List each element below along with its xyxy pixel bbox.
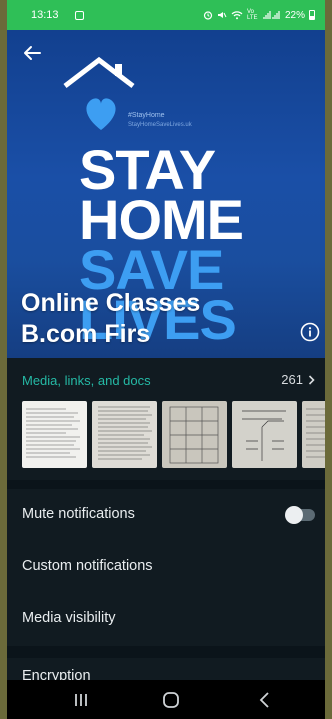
status-icons: Vo LTE 22%	[203, 9, 315, 21]
media-thumbnail[interactable]	[22, 401, 87, 468]
mute-icon	[217, 12, 227, 18]
media-visibility-label: Media visibility	[22, 610, 116, 626]
mute-notifications-label: Mute notifications	[22, 506, 135, 522]
info-button[interactable]	[299, 321, 321, 343]
section-divider	[7, 646, 325, 658]
recent-apps-button[interactable]	[69, 689, 93, 711]
custom-notifications-label: Custom notifications	[22, 558, 153, 574]
media-thumbnail[interactable]	[302, 401, 325, 468]
media-thumbnail[interactable]	[232, 401, 297, 468]
section-divider	[7, 480, 325, 489]
navigation-bar	[7, 680, 325, 719]
home-button[interactable]	[159, 689, 183, 711]
chevron-left-icon	[259, 692, 269, 708]
group-header: #StayHome StayHomeSaveLives.uk STAY HOME…	[7, 30, 325, 358]
media-section: Media, links, and docs 261	[7, 358, 325, 480]
media-thumbnail[interactable]	[162, 401, 227, 468]
home-circle-icon	[163, 692, 179, 708]
poster-tagline: StayHomeSaveLives.uk	[128, 122, 192, 128]
poster-hashtag: #StayHome	[128, 112, 165, 119]
info-icon	[300, 322, 320, 342]
wifi-icon	[231, 11, 243, 20]
back-nav-button[interactable]	[253, 689, 277, 711]
group-name: Online Classes B.com Firs	[21, 288, 261, 350]
media-count-link[interactable]: 261	[281, 372, 315, 387]
house-heart-icon	[63, 56, 135, 130]
media-thumbnails	[22, 401, 325, 468]
battery-percent: 22%	[284, 9, 305, 21]
alarm-icon	[203, 11, 213, 20]
signal-text: Vo LTE	[246, 9, 258, 21]
group-name-line2: B.com Firs	[21, 320, 151, 348]
battery-icon	[309, 10, 315, 20]
media-links-docs-label[interactable]: Media, links, and docs	[22, 373, 151, 388]
status-bar: 13:13 Vo LTE 22%	[7, 0, 325, 30]
media-visibility-row[interactable]: Media visibility	[7, 593, 325, 645]
toggle-knob	[285, 506, 303, 524]
mute-notifications-row[interactable]: Mute notifications	[7, 489, 325, 541]
notification-icon	[74, 10, 84, 20]
chevron-right-icon	[308, 374, 315, 385]
status-time: 13:13	[31, 9, 59, 21]
signal-icon	[263, 11, 280, 19]
media-count: 261	[281, 372, 303, 387]
media-thumbnail[interactable]	[92, 401, 157, 468]
recent-apps-icon	[75, 694, 87, 706]
settings-list: Mute notifications Custom notifications …	[7, 489, 325, 646]
custom-notifications-row[interactable]: Custom notifications	[7, 541, 325, 593]
back-button[interactable]	[17, 38, 47, 68]
arrow-left-icon	[24, 46, 41, 60]
phone-screen: 13:13 Vo LTE 22% #StayHome StayHomeSaveL…	[7, 0, 325, 719]
group-name-line1: Online Classes	[21, 289, 201, 317]
mute-toggle[interactable]	[285, 506, 315, 524]
